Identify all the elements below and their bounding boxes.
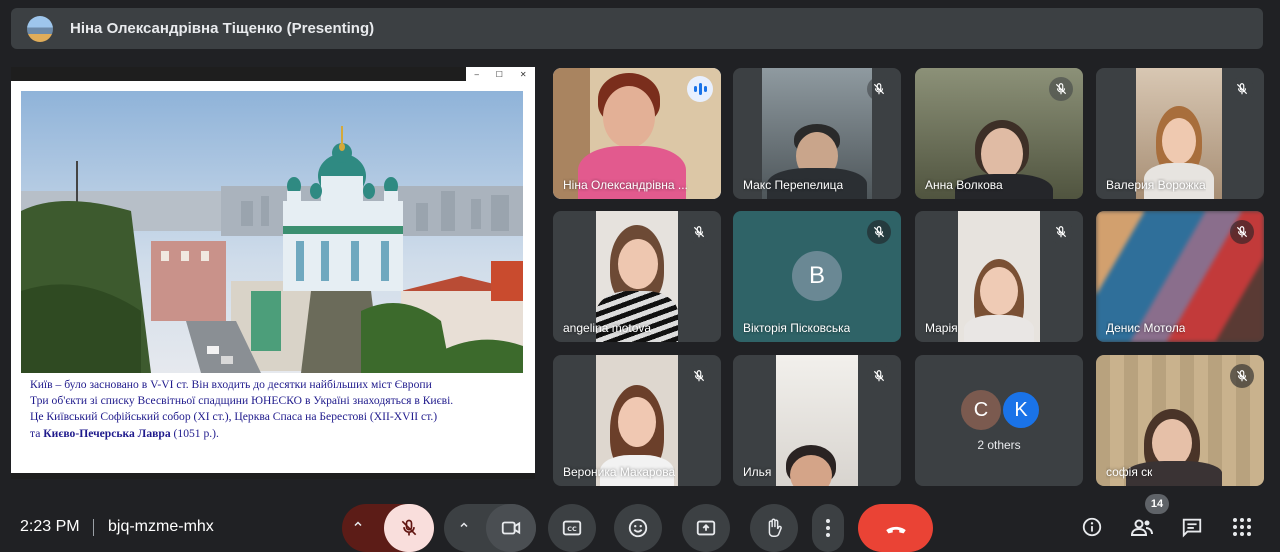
slide-text-line-4-suffix: (1051 р.). (170, 426, 219, 440)
mic-off-icon (867, 77, 891, 101)
participant-tile[interactable]: В Вікторія Пісковська (733, 211, 901, 342)
present-screen-icon (696, 520, 716, 536)
participant-tile[interactable]: Марія (915, 211, 1083, 342)
participant-name: софія ск (1106, 465, 1153, 479)
participant-name: Марія (925, 321, 958, 335)
minimize-icon: – (474, 69, 479, 79)
camera-icon (501, 521, 521, 535)
participant-tile[interactable]: софія ск (1096, 355, 1264, 486)
slide-text-line-4-prefix: та (30, 426, 44, 440)
participant-video (958, 211, 1040, 342)
clock: 2:23 PM (20, 518, 80, 535)
slide-text: Київ – було засновано в V-VI ст. Він вхо… (30, 377, 510, 442)
divider (93, 519, 94, 536)
slide: Київ – було засновано в V-VI ст. Він вхо… (11, 81, 535, 473)
people-icon (1130, 519, 1153, 536)
leave-call-button[interactable] (858, 504, 933, 552)
mic-toggle-button[interactable] (384, 504, 434, 552)
others-avatar-2-initial: K (1014, 398, 1028, 421)
mic-off-icon (867, 220, 891, 244)
svg-text:CC: CC (567, 525, 577, 533)
others-avatar-2: K (1001, 390, 1041, 430)
participant-tile[interactable]: Ніна Олександрівна ... (553, 68, 721, 199)
others-avatar-1-initial: C (973, 398, 989, 421)
slide-text-line-2: Три об'єкти зі списку Всесвітньої спадщи… (30, 394, 454, 408)
hang-up-icon (885, 526, 906, 534)
participant-name: Вікторія Пісковська (743, 321, 851, 335)
emoji-icon (628, 518, 648, 538)
reactions-button[interactable] (614, 504, 662, 552)
participant-name: Анна Волкова (925, 178, 1003, 192)
slide-text-line-3: Це Київський Софійський собор (XI ст.), … (30, 410, 438, 424)
meeting-details-button[interactable] (1080, 515, 1104, 539)
activities-button[interactable] (1230, 515, 1254, 539)
participant-name: Макс Перепелица (743, 178, 844, 192)
mic-off-icon (1230, 220, 1254, 244)
others-tile[interactable]: C K 2 others (915, 355, 1083, 486)
info-icon (1082, 517, 1102, 537)
mic-control-group (342, 504, 434, 552)
slide-text-line-4-bold: Києво-Печерська Лавра (43, 426, 171, 440)
participant-tile[interactable]: angelina motova (553, 211, 721, 342)
mic-off-icon (687, 364, 711, 388)
mic-off-icon (1230, 77, 1254, 101)
chat-button[interactable] (1180, 515, 1204, 539)
slide-text-line-1: Київ – було засновано в V-VI ст. Він вхо… (30, 378, 432, 391)
participant-avatar: В (792, 251, 842, 301)
participant-tile[interactable]: Вероника Макарова (553, 355, 721, 486)
mic-off-icon (1230, 364, 1254, 388)
slide-photo-st-andrews-church (21, 91, 523, 373)
presentation-screen[interactable]: – ☐ ✕ Київ – було засновано в V-VI ст. В… (11, 67, 535, 479)
bottom-control-bar: 2:23 PM bjq-mzme-mhx CC (0, 500, 1280, 552)
participant-tile[interactable]: Илья (733, 355, 901, 486)
mic-off-icon (1049, 220, 1073, 244)
apps-grid-icon (1233, 518, 1251, 536)
close-icon: ✕ (519, 69, 527, 79)
camera-control-group (444, 504, 536, 552)
participant-name: angelina motova (563, 321, 652, 335)
chat-icon (1182, 518, 1202, 538)
shared-window-controls: – ☐ ✕ (466, 67, 535, 81)
raise-hand-button[interactable] (750, 504, 798, 552)
captions-button[interactable]: CC (548, 504, 596, 552)
participant-name: Вероника Макарова (563, 465, 676, 479)
participant-video (776, 355, 858, 486)
maximize-icon: ☐ (495, 69, 503, 79)
participant-name: Ніна Олександрівна ... (563, 178, 688, 192)
others-avatar-1: C (961, 390, 1001, 430)
mic-options-chevron-icon[interactable] (352, 518, 364, 533)
participant-tile[interactable]: Денис Мотола (1096, 211, 1264, 342)
meeting-code: bjq-mzme-mhx (108, 518, 214, 535)
presenter-avatar (27, 15, 53, 42)
slide-text-line-4: та Києво-Печерська Лавра (1051 р.). (30, 426, 510, 442)
speaking-indicator-icon (687, 76, 713, 102)
more-options-button[interactable] (812, 504, 844, 552)
mic-off-icon (1049, 77, 1073, 101)
presenter-title: Ніна Олександрівна Тіщенко (Presenting) (70, 20, 375, 37)
participant-tile[interactable]: Валерия Ворожка (1096, 68, 1264, 199)
participant-name: Илья (743, 465, 772, 479)
people-button[interactable] (1130, 515, 1154, 539)
presenter-bar: Ніна Олександрівна Тіщенко (Presenting) (11, 8, 1263, 49)
camera-toggle-button[interactable] (486, 504, 536, 552)
camera-options-chevron-icon[interactable] (458, 518, 470, 536)
hand-icon (768, 518, 782, 537)
mic-off-icon (401, 519, 417, 536)
captions-icon: CC (562, 520, 582, 536)
others-label: 2 others (977, 438, 1021, 452)
present-button[interactable] (682, 504, 730, 552)
mic-off-icon (867, 364, 891, 388)
participant-count-badge: 14 (1145, 494, 1169, 514)
participant-name: Валерия Ворожка (1106, 178, 1206, 192)
participant-name: Денис Мотола (1106, 321, 1186, 335)
participant-tile[interactable]: Анна Волкова (915, 68, 1083, 199)
more-vert-icon (826, 519, 830, 537)
participant-tile[interactable]: Макс Перепелица (733, 68, 901, 199)
mic-off-icon (687, 220, 711, 244)
